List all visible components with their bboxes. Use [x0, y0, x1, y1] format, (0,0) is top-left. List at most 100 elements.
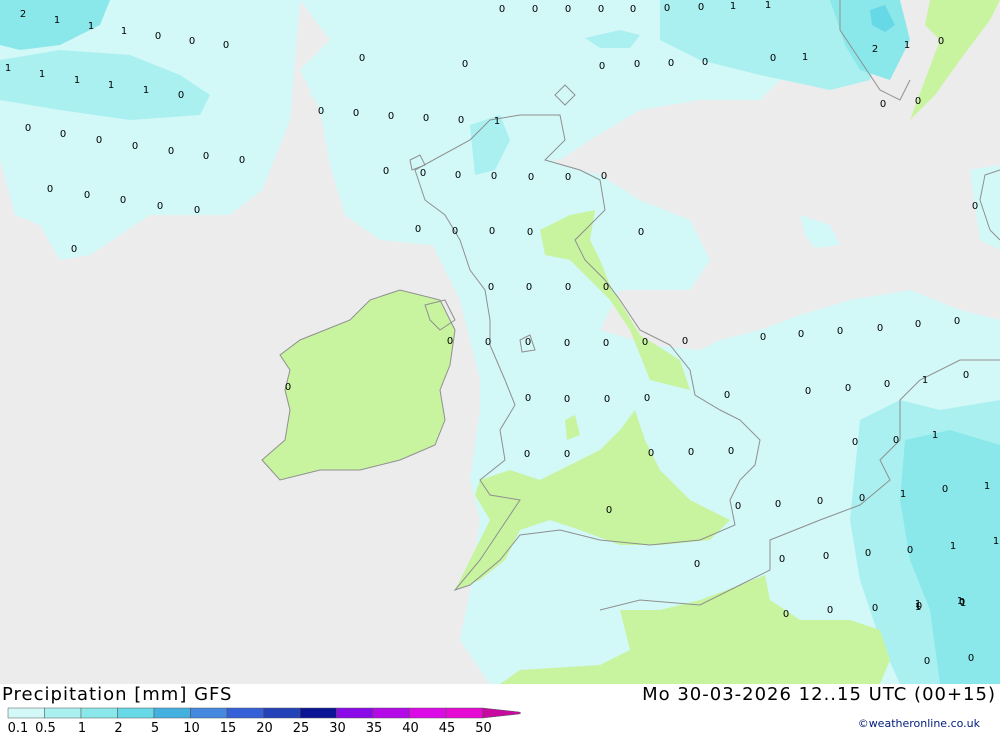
- precip-value: 0: [525, 337, 531, 348]
- precip-value: 0: [893, 435, 899, 446]
- precip-value: 0: [565, 282, 571, 293]
- precip-value: 0: [877, 323, 883, 334]
- legend-label: 2: [114, 721, 122, 733]
- precip-value: 0: [491, 171, 497, 182]
- legend-swatch: [336, 707, 374, 719]
- precip-value: 0: [528, 172, 534, 183]
- precip-value: 1: [904, 40, 910, 51]
- precip-value: 1: [121, 26, 127, 37]
- precip-value: 0: [604, 394, 610, 405]
- precip-value: 0: [798, 329, 804, 340]
- precip-value: 1: [984, 481, 990, 492]
- precip-value: 0: [859, 493, 865, 504]
- precip-value: 0: [735, 501, 741, 512]
- precip-value: 0: [564, 449, 570, 460]
- credit-link[interactable]: ©weatheronline.co.uk: [858, 717, 980, 730]
- precip-value: 0: [499, 4, 505, 15]
- precip-value: 2: [872, 44, 878, 55]
- precip-value: 0: [728, 446, 734, 457]
- precip-value: 0: [25, 123, 31, 134]
- precip-value: 0: [827, 605, 833, 616]
- precip-value: 0: [71, 244, 77, 255]
- precip-value: 0: [47, 184, 53, 195]
- precip-value: 0: [865, 548, 871, 559]
- precip-value: 0: [132, 141, 138, 152]
- legend-swatch: [445, 707, 483, 719]
- legend-label: 45: [439, 721, 456, 733]
- legend-label: 30: [329, 721, 346, 733]
- precip-value: 0: [488, 282, 494, 293]
- legend-swatch: [117, 707, 155, 719]
- legend-label: 35: [366, 721, 383, 733]
- precip-value: 0: [775, 499, 781, 510]
- precip-value: 0: [823, 551, 829, 562]
- precip-value: 0: [285, 382, 291, 393]
- legend-label: 15: [220, 721, 237, 733]
- precip-value: 0: [420, 168, 426, 179]
- precip-value: 0: [194, 205, 200, 216]
- precip-value: 0: [779, 554, 785, 565]
- legend-label: 25: [293, 721, 310, 733]
- legend-swatch: [7, 707, 45, 719]
- precip-value: 0: [915, 319, 921, 330]
- precip-value: 0: [644, 393, 650, 404]
- precip-value: 2: [20, 9, 26, 20]
- precip-value: 0: [318, 106, 324, 117]
- precip-value: 0: [168, 146, 174, 157]
- legend-swatch: [409, 707, 447, 719]
- precip-value: 0: [924, 656, 930, 667]
- precip-value: 0: [968, 653, 974, 664]
- precip-value: 0: [694, 559, 700, 570]
- precip-value: 0: [603, 282, 609, 293]
- precip-value: 1: [765, 0, 771, 11]
- precip-value: 0: [668, 58, 674, 69]
- precip-value: 0: [388, 111, 394, 122]
- precip-value: 0: [698, 2, 704, 13]
- precip-value: 0: [423, 113, 429, 124]
- precip-value: 0: [603, 338, 609, 349]
- legend-label: 1: [78, 721, 86, 733]
- legend-label: 50: [475, 721, 492, 733]
- precip-value: 0: [845, 383, 851, 394]
- legend-swatch: [190, 707, 228, 719]
- chart-title: Precipitation [mm] GFS: [2, 684, 233, 705]
- precip-value: 0: [565, 4, 571, 15]
- precip-value: 1: [143, 85, 149, 96]
- precip-value: 0: [415, 224, 421, 235]
- precip-value: 0: [524, 449, 530, 460]
- legend-label: 0.5: [35, 721, 56, 733]
- legend-swatch: [263, 707, 301, 719]
- precip-value: 0: [455, 170, 461, 181]
- precip-value: 0: [630, 4, 636, 15]
- precip-value: 0: [688, 447, 694, 458]
- precip-value: 0: [462, 59, 468, 70]
- precip-value: 1: [802, 52, 808, 63]
- precip-value: 1: [960, 598, 966, 609]
- precip-value: 0: [532, 4, 538, 15]
- precip-value: 1: [900, 489, 906, 500]
- precip-value: 0: [634, 59, 640, 70]
- precip-value: 1: [950, 541, 956, 552]
- precip-value: 0: [84, 190, 90, 201]
- precip-value: 1: [494, 116, 500, 127]
- precip-value: 0: [942, 484, 948, 495]
- precip-value: 0: [203, 151, 209, 162]
- precip-value: 1: [74, 75, 80, 86]
- legend-label: 20: [256, 721, 273, 733]
- precip-value: 0: [724, 390, 730, 401]
- precip-value: 0: [642, 337, 648, 348]
- precip-value: 0: [239, 155, 245, 166]
- precip-value: 0: [485, 337, 491, 348]
- precip-value: 0: [526, 282, 532, 293]
- precip-value: 0: [963, 370, 969, 381]
- precip-value: 0: [60, 129, 66, 140]
- legend-swatch: [372, 707, 410, 719]
- legend-label: 0.1: [8, 721, 29, 733]
- precip-value: 0: [599, 61, 605, 72]
- precip-value: 0: [972, 201, 978, 212]
- precip-value: 0: [155, 31, 161, 42]
- precip-value: 0: [447, 336, 453, 347]
- precip-value: 0: [907, 545, 913, 556]
- precip-value: 0: [872, 603, 878, 614]
- precip-value: 1: [922, 375, 928, 386]
